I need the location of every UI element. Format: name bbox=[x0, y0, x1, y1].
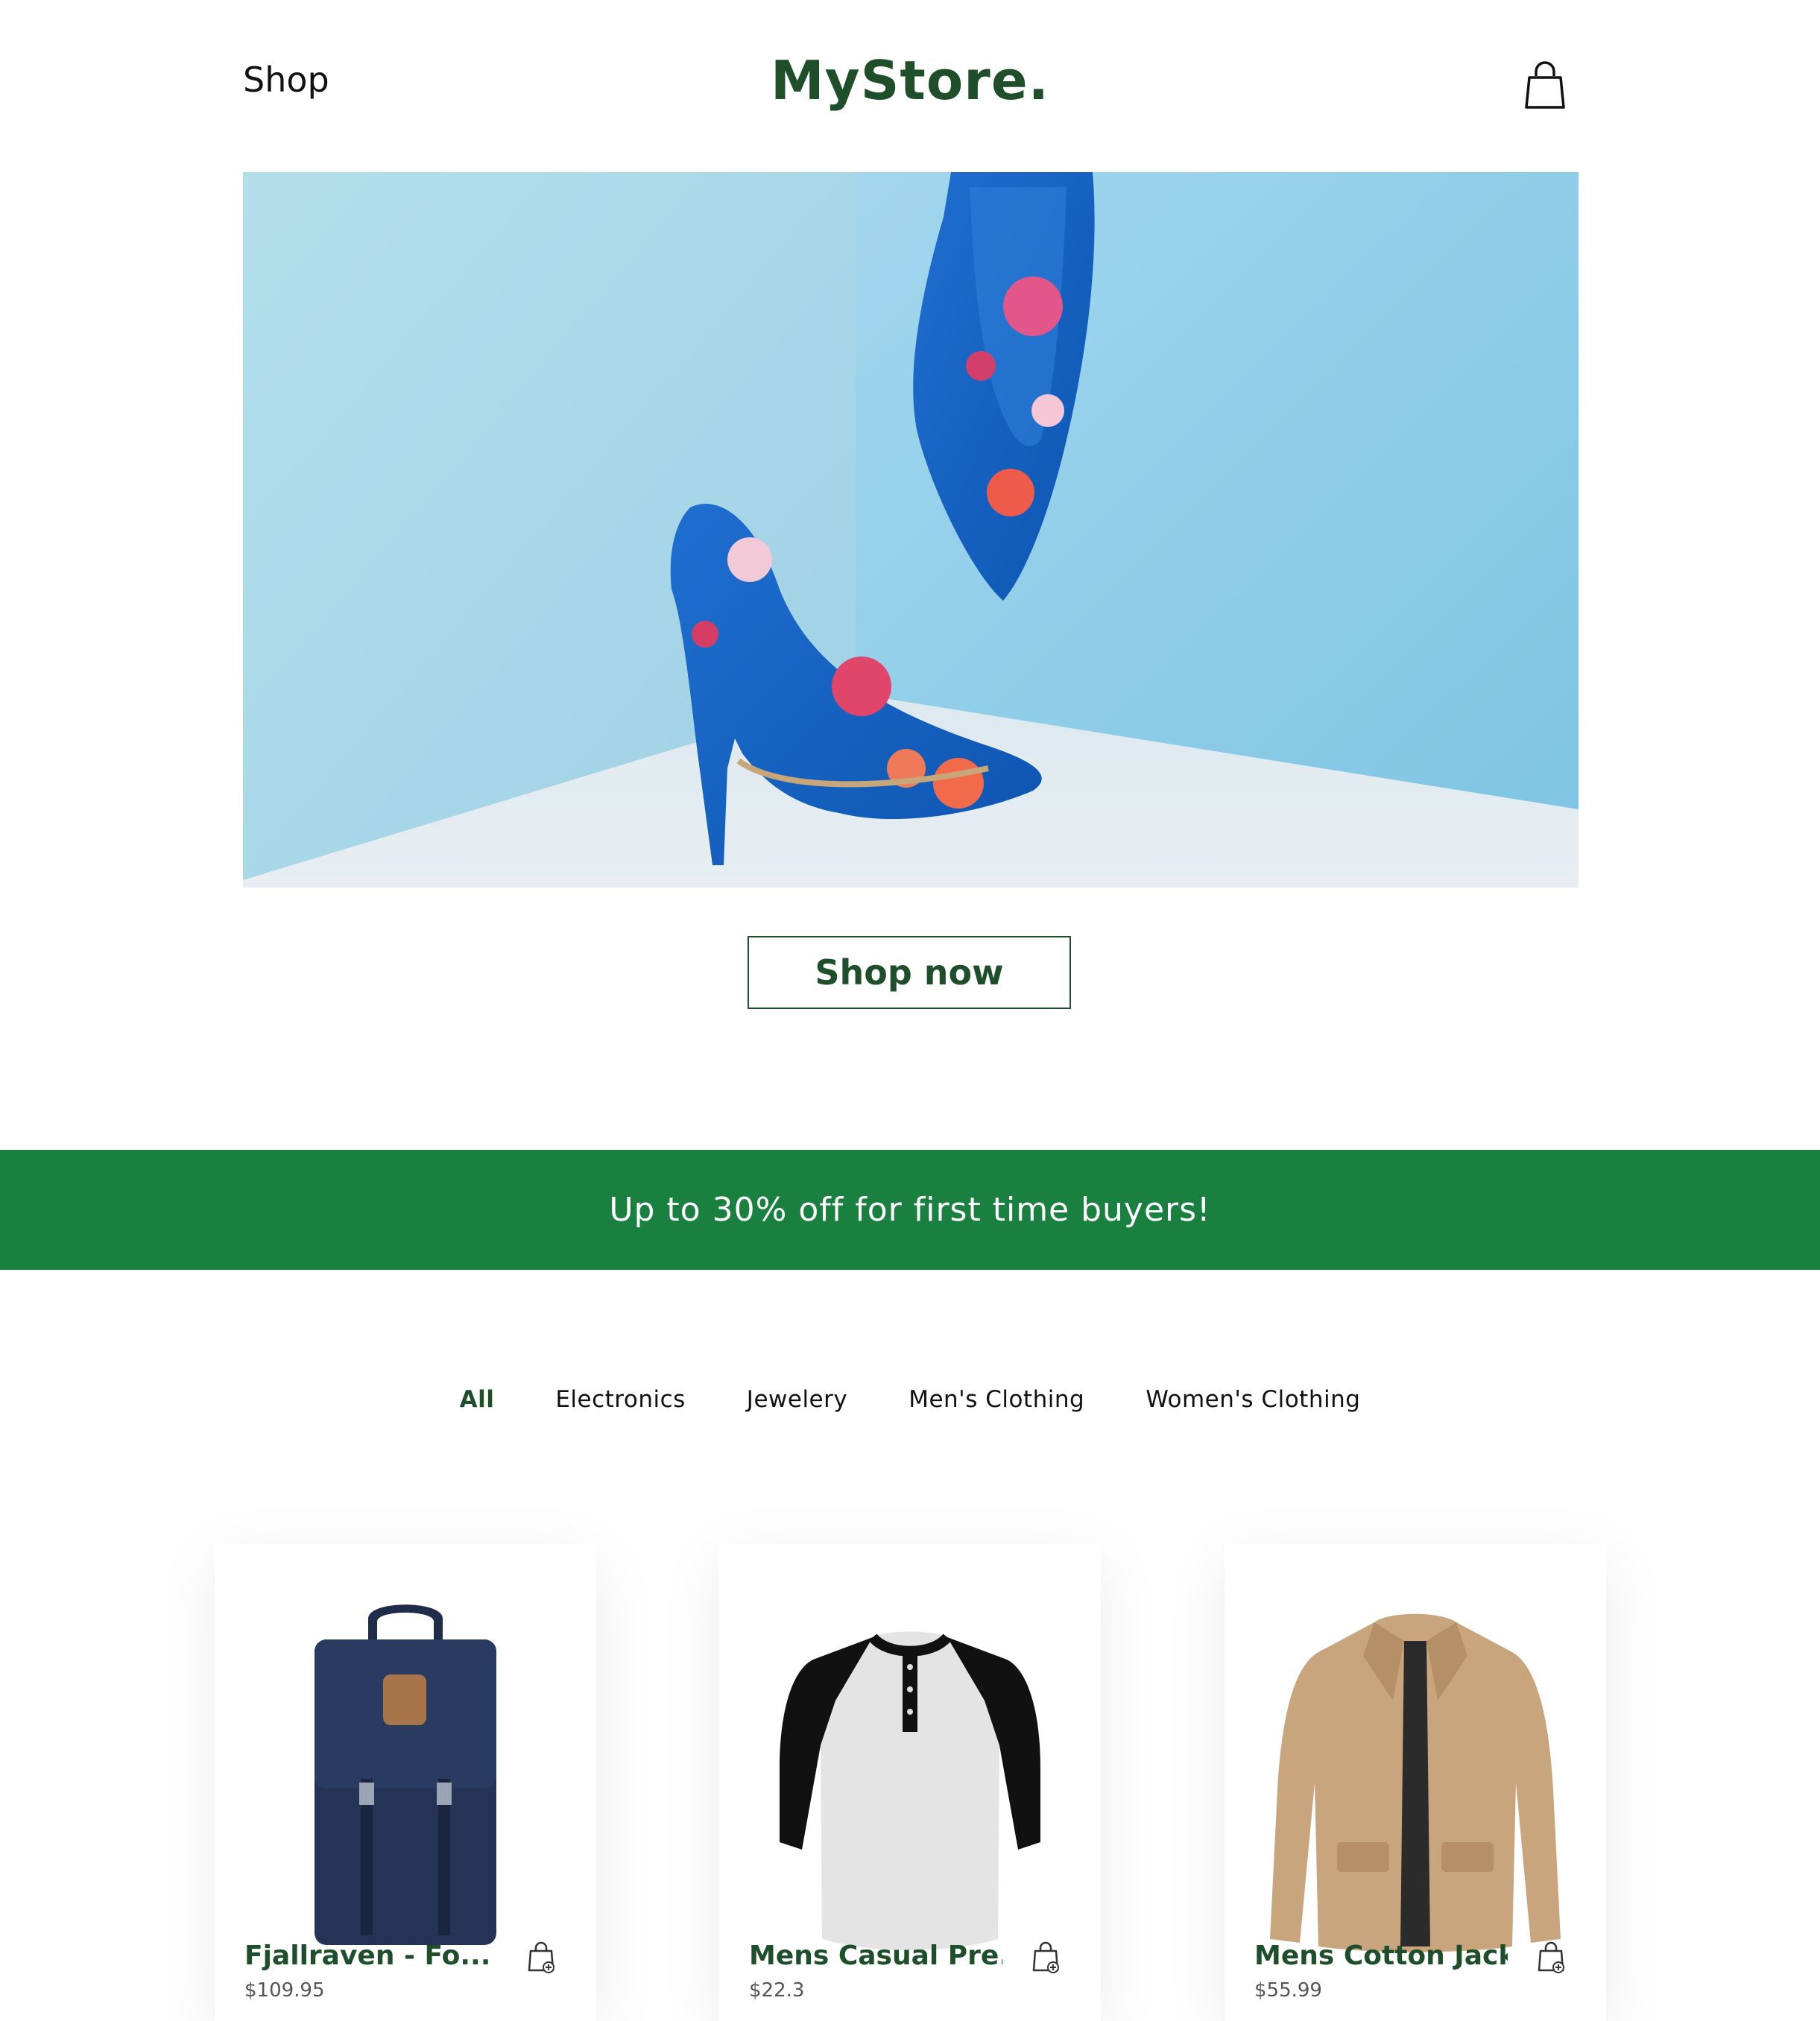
promo-text: Up to 30% off for first time buyers! bbox=[609, 1191, 1211, 1229]
shopping-bag-icon[interactable] bbox=[1523, 61, 1567, 110]
add-to-cart-icon[interactable] bbox=[1536, 1941, 1566, 1973]
product-image-cotton-jacket bbox=[1266, 1596, 1564, 1961]
product-image-henley-shirt bbox=[761, 1596, 1059, 1961]
product-card[interactable]: Mens Casual Pre... $22.3 bbox=[719, 1544, 1101, 2021]
product-card[interactable]: Fjallraven - Fo... $109.95 bbox=[215, 1544, 596, 2021]
product-price: $109.95 bbox=[244, 1979, 325, 2002]
site-header: Shop MyStore. bbox=[0, 0, 1820, 171]
category-electronics[interactable]: Electronics bbox=[555, 1386, 685, 1413]
product-price: $22.3 bbox=[749, 1979, 805, 2002]
shop-now-button[interactable]: Shop now bbox=[748, 936, 1071, 1009]
category-womens-clothing[interactable]: Women's Clothing bbox=[1146, 1386, 1360, 1413]
add-to-cart-icon[interactable] bbox=[526, 1941, 556, 1973]
promo-banner: Up to 30% off for first time buyers! bbox=[0, 1150, 1820, 1270]
category-filter: All Electronics Jewelery Men's Clothing … bbox=[0, 1386, 1820, 1413]
category-all[interactable]: All bbox=[460, 1386, 495, 1413]
category-mens-clothing[interactable]: Men's Clothing bbox=[909, 1386, 1084, 1413]
product-card[interactable]: Mens Cotton Jacket $55.99 bbox=[1225, 1544, 1606, 2021]
product-image-backpack bbox=[256, 1596, 554, 1961]
category-jewelery[interactable]: Jewelery bbox=[747, 1386, 847, 1413]
hero-image bbox=[243, 172, 1579, 888]
product-price: $55.99 bbox=[1254, 1979, 1322, 2002]
product-title[interactable]: Fjallraven - Fo... bbox=[244, 1941, 490, 1971]
add-to-cart-icon[interactable] bbox=[1031, 1941, 1061, 1973]
product-title[interactable]: Mens Casual Pre... bbox=[749, 1941, 1002, 1971]
product-title[interactable]: Mens Cotton Jacket bbox=[1254, 1941, 1508, 1971]
